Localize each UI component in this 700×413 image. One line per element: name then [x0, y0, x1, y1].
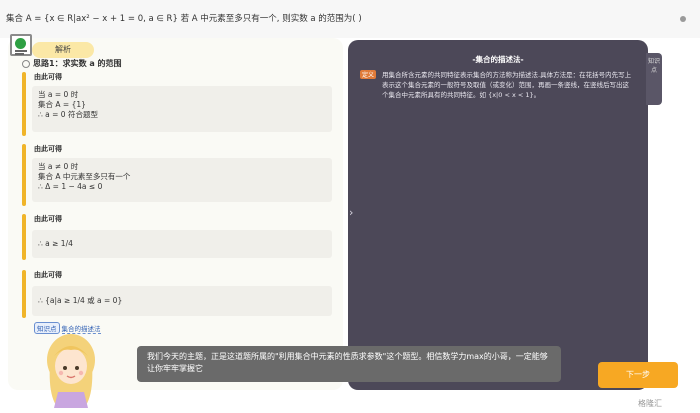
block-line: ∴ {a|a ≥ 1/4 或 a = 0}	[38, 296, 123, 305]
solution-block: 由此可得 当 a = 0 时 集合 A = {1} ∴ a = 0 符合题型	[22, 72, 332, 136]
block-accent-bar	[22, 214, 26, 260]
block-body: ∴ {a|a ≥ 1/4 或 a = 0}	[32, 286, 332, 316]
knowledge-title: -集合的描述法-	[472, 55, 524, 64]
block-line: ∴ Δ = 1 − 4a ≤ 0	[38, 182, 103, 191]
block-header: 由此可得	[34, 145, 62, 153]
block-line: 当 a ≠ 0 时	[38, 162, 79, 171]
step-title: 思路1：求实数 a 的范围	[22, 58, 122, 69]
analysis-tab[interactable]: 解析	[32, 42, 94, 58]
tutor-avatar	[47, 334, 95, 408]
block-accent-bar	[22, 270, 26, 318]
block-body: 当 a ≠ 0 时 集合 A 中元素至多只有一个 ∴ Δ = 1 − 4a ≤ …	[32, 158, 332, 202]
definition-tag: 定义	[360, 70, 377, 79]
question-bar: 集合 A = {x ∈ R|ax² − x + 1 = 0, a ∈ R} 若 …	[0, 0, 700, 38]
block-line: 集合 A = {1}	[38, 100, 86, 109]
block-accent-bar	[22, 144, 26, 206]
block-line: ∴ a = 0 符合题型	[38, 110, 98, 119]
solution-block: 由此可得 ∴ {a|a ≥ 1/4 或 a = 0}	[22, 270, 332, 318]
watermark: 格隆汇	[638, 399, 662, 408]
block-header: 由此可得	[34, 271, 62, 279]
block-line: 集合 A 中元素至多只有一个	[38, 172, 131, 181]
app-logo-icon	[10, 34, 32, 56]
side-tab[interactable]: 知识点	[646, 53, 662, 105]
block-body: 当 a = 0 时 集合 A = {1} ∴ a = 0 符合题型	[32, 86, 332, 132]
knowledge-panel: -集合的描述法- 定义 用集合所含元素的共同特征表示集合的方法称为描述法.具体方…	[348, 40, 648, 390]
block-header: 由此可得	[34, 215, 62, 223]
question-text: 集合 A = {x ∈ R|ax² − x + 1 = 0, a ∈ R} 若 …	[6, 14, 362, 24]
tutor-speech-bubble: 我们今天的主题，正是这道题所属的"利用集合中元素的性质求参数"这个题型。相信数学…	[137, 346, 561, 382]
radio-bullet-icon	[22, 59, 30, 68]
block-line: 当 a = 0 时	[38, 90, 79, 99]
step-title-text: 思路1：求实数 a 的范围	[33, 59, 122, 68]
solution-block: 由此可得 ∴ a ≥ 1/4	[22, 214, 332, 260]
chevron-right-icon[interactable]: ›	[349, 206, 353, 219]
block-header: 由此可得	[34, 73, 62, 81]
block-line: ∴ a ≥ 1/4	[38, 239, 73, 248]
next-step-button[interactable]: 下一步	[598, 362, 678, 388]
solution-block: 由此可得 当 a ≠ 0 时 集合 A 中元素至多只有一个 ∴ Δ = 1 − …	[22, 144, 332, 206]
settings-dot-icon[interactable]	[680, 16, 686, 22]
block-accent-bar	[22, 72, 26, 136]
knowledge-body: 用集合所含元素的共同特征表示集合的方法称为描述法.具体方法是：在花括号内先写上表…	[382, 71, 632, 99]
block-body: ∴ a ≥ 1/4	[32, 230, 332, 258]
